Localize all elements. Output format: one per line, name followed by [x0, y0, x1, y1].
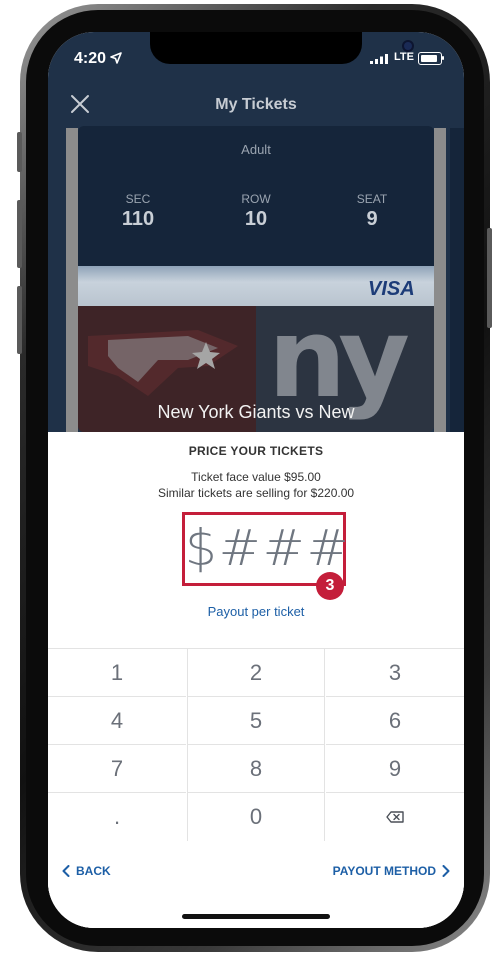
key-9[interactable]: 9 — [326, 745, 464, 793]
status-bar: 4:20 LTE — [48, 32, 464, 84]
key-2[interactable]: 2 — [187, 649, 325, 697]
location-arrow-icon — [110, 52, 122, 64]
section-info: SEC 110 — [98, 192, 178, 231]
payout-per-ticket-link[interactable]: Payout per ticket — [48, 604, 464, 619]
section-value: 110 — [121, 208, 155, 230]
key-1[interactable]: 1 — [48, 649, 186, 697]
battery-tip — [442, 56, 444, 60]
payout-method-label: PAYOUT METHOD — [332, 864, 436, 878]
key-7[interactable]: 7 — [48, 745, 186, 793]
back-label: BACK — [76, 864, 111, 878]
sheet-title: PRICE YOUR TICKETS — [188, 444, 324, 458]
volume-up-button — [17, 200, 22, 268]
key-backspace[interactable] — [326, 793, 464, 841]
network-type: LTE — [394, 51, 414, 63]
page-title: My Tickets — [215, 96, 297, 113]
key-3[interactable]: 3 — [326, 649, 464, 697]
ticket-type: Adult — [241, 142, 271, 157]
power-button — [487, 228, 492, 328]
notch — [150, 32, 412, 64]
event-matchup: New York Giants vs New — [157, 402, 355, 422]
mute-switch — [17, 132, 22, 172]
similar-price-text: Similar tickets are selling for $220.00 — [157, 486, 355, 500]
front-camera — [404, 42, 412, 50]
payout-method-button[interactable]: PAYOUT METHOD — [333, 864, 450, 878]
key-8[interactable]: 8 — [187, 745, 325, 793]
numeric-keypad: 1 2 3 4 5 6 7 8 9 . 0 — [48, 648, 464, 843]
row-value: 10 — [244, 208, 268, 230]
back-button[interactable]: BACK — [62, 864, 111, 878]
section-label: SEC — [125, 192, 151, 206]
next-ticket-peek — [450, 128, 464, 432]
battery-icon — [418, 52, 442, 65]
backspace-icon — [386, 811, 404, 823]
event-image: ny New York Giants vs New — [78, 306, 434, 432]
visa-logo: VISA — [368, 278, 415, 300]
phone-screen: 4:20 LTE My Tickets Adult SEC 110 ROW 10 — [48, 32, 464, 928]
key-5[interactable]: 5 — [187, 697, 325, 745]
row-label: ROW — [241, 192, 271, 206]
step-badge: 3 — [316, 572, 344, 600]
ticket-stack-edge-left — [66, 128, 78, 432]
row-info: ROW 10 — [216, 192, 296, 231]
home-indicator[interactable] — [182, 914, 330, 919]
ticket-stack-edge-right — [434, 128, 446, 432]
key-0[interactable]: 0 — [187, 793, 325, 841]
ticket-card[interactable]: Adult SEC 110 ROW 10 SEAT 9 VISA ny New … — [78, 126, 434, 432]
status-time: 4:20 — [74, 50, 107, 67]
seat-label: SEAT — [356, 192, 388, 206]
key-decimal[interactable]: . — [48, 793, 186, 841]
key-4[interactable]: 4 — [48, 697, 186, 745]
key-6[interactable]: 6 — [326, 697, 464, 745]
volume-down-button — [17, 286, 22, 354]
signal-bars-icon — [370, 54, 388, 64]
seat-info: SEAT 9 — [332, 192, 412, 231]
chevron-right-icon — [442, 865, 450, 877]
price-sheet: PRICE YOUR TICKETS Ticket face value $95… — [48, 432, 464, 928]
face-value-text: Ticket face value $95.00 — [191, 470, 321, 484]
chevron-left-icon — [62, 865, 70, 877]
seat-value: 9 — [366, 208, 378, 230]
price-value: $### — [185, 519, 351, 577]
